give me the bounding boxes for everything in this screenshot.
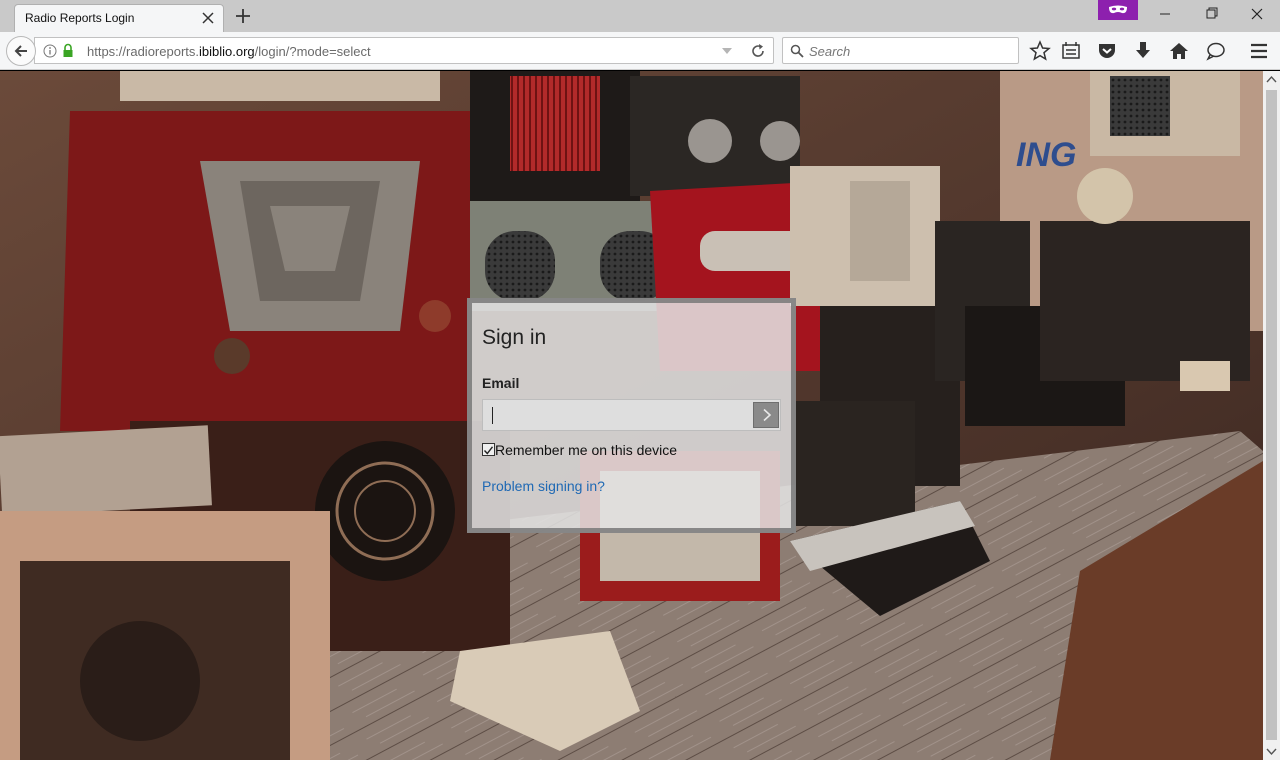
search-placeholder: Search	[809, 44, 851, 59]
chevron-right-icon	[763, 408, 772, 422]
close-tab-icon[interactable]	[200, 10, 216, 26]
pocket-icon[interactable]	[1096, 40, 1118, 62]
text-caret	[492, 407, 493, 424]
remember-me-checkbox[interactable]	[482, 443, 495, 456]
dropdown-arrow-icon[interactable]	[721, 46, 733, 56]
email-label: Email	[482, 375, 520, 391]
problem-signing-in-link[interactable]: Problem signing in?	[482, 478, 605, 494]
home-icon[interactable]	[1168, 40, 1190, 62]
scroll-down-icon[interactable]	[1263, 743, 1280, 760]
vertical-scrollbar[interactable]	[1263, 71, 1280, 760]
reading-list-icon[interactable]	[1060, 40, 1082, 62]
remember-me-label[interactable]: Remember me on this device	[495, 442, 677, 458]
chat-icon[interactable]	[1205, 40, 1227, 62]
minimize-icon[interactable]	[1142, 0, 1188, 30]
info-icon[interactable]	[43, 44, 57, 58]
close-window-icon[interactable]	[1234, 0, 1280, 30]
url-bar[interactable]: https://radioreports.ibiblio.org/login/?…	[34, 37, 774, 64]
bookmark-star-icon[interactable]	[1029, 40, 1051, 62]
back-arrow-icon	[14, 45, 27, 57]
tab-radio-reports-login[interactable]: Radio Reports Login	[14, 4, 224, 32]
download-icon[interactable]	[1132, 40, 1154, 62]
email-field[interactable]	[482, 399, 781, 431]
search-icon	[790, 44, 804, 58]
signin-panel: Sign in Email Remember me on this device…	[467, 298, 796, 533]
private-browsing-icon	[1098, 0, 1138, 20]
checkmark-icon	[483, 446, 494, 455]
title-bar: Radio Reports Login	[0, 0, 1280, 32]
reload-icon[interactable]	[749, 42, 767, 60]
search-bar[interactable]: Search	[782, 37, 1019, 64]
new-tab-icon[interactable]	[233, 6, 253, 26]
navigation-bar: https://radioreports.ibiblio.org/login/?…	[0, 32, 1280, 70]
scroll-up-icon[interactable]	[1263, 71, 1280, 88]
svg-text:ING: ING	[1016, 136, 1076, 174]
secure-lock-icon[interactable]	[62, 43, 74, 58]
url-text[interactable]: https://radioreports.ibiblio.org/login/?…	[87, 44, 371, 59]
menu-icon[interactable]	[1248, 40, 1270, 62]
tab-title: Radio Reports Login	[25, 11, 135, 25]
restore-icon[interactable]	[1188, 0, 1234, 30]
scrollbar-thumb[interactable]	[1266, 90, 1277, 740]
signin-title: Sign in	[482, 326, 547, 349]
submit-email-button[interactable]	[753, 402, 779, 428]
back-button[interactable]	[6, 36, 36, 66]
